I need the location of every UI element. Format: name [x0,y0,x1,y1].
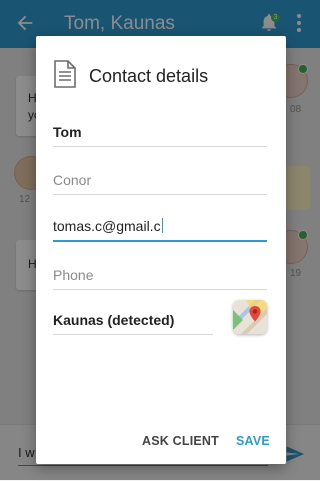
document-icon [54,60,76,88]
phone-placeholder: Phone [53,267,94,283]
google-maps-icon[interactable] [233,300,267,334]
last-name-placeholder: Conor [53,172,92,188]
location-value: Kaunas (detected) [53,312,175,328]
email-field[interactable]: tomas.c@gmail.c [53,210,267,242]
text-caret [161,218,163,233]
dialog-title: Contact details [89,66,209,86]
first-name-field[interactable]: Tom [53,116,267,147]
last-name-field[interactable]: Conor [53,164,267,195]
ask-client-button[interactable]: ASK CLIENT [142,434,219,448]
contact-details-dialog: Contact details Tom Conor tomas.c@gmail.… [36,36,286,464]
save-button[interactable]: SAVE [236,434,270,448]
email-value: tomas.c@gmail.c [53,218,163,234]
location-field[interactable]: Kaunas (detected) [53,304,213,335]
phone-field[interactable]: Phone [53,259,267,290]
first-name-value: Tom [53,124,82,140]
